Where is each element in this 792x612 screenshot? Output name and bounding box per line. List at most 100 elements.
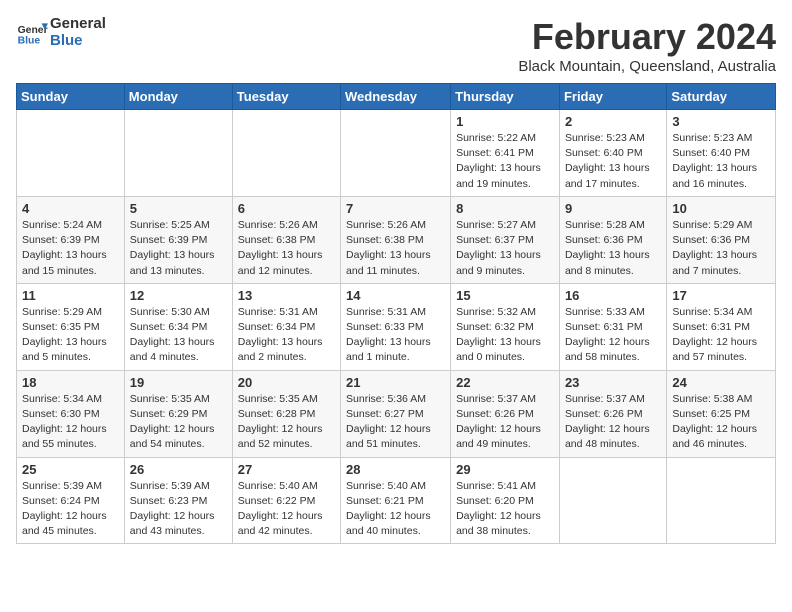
day-info: Sunrise: 5:41 AMSunset: 6:20 PMDaylight:… — [456, 479, 554, 540]
calendar-body: 1Sunrise: 5:22 AMSunset: 6:41 PMDaylight… — [17, 110, 776, 544]
day-number: 29 — [456, 462, 554, 477]
week-row-0: 1Sunrise: 5:22 AMSunset: 6:41 PMDaylight… — [17, 110, 776, 197]
calendar-cell: 12 Sunrise: 5:30 AMSunset: 6:34 PMDayligh… — [124, 283, 232, 370]
calendar-cell: 1Sunrise: 5:22 AMSunset: 6:41 PMDaylight… — [451, 110, 560, 197]
dow-header-monday: Monday — [124, 84, 232, 110]
day-number: 17 — [672, 288, 770, 303]
day-info: Sunrise: 5:25 AMSunset: 6:39 PMDaylight:… — [130, 218, 227, 279]
logo: General Blue General Blue — [16, 16, 106, 49]
day-info: Sunrise: 5:31 AMSunset: 6:34 PMDaylight:… — [238, 305, 335, 366]
location-title: Black Mountain, Queensland, Australia — [518, 58, 776, 75]
day-info: Sunrise: 5:39 AMSunset: 6:23 PMDaylight:… — [130, 479, 227, 540]
calendar-cell: 20Sunrise: 5:35 AMSunset: 6:28 PMDayligh… — [232, 370, 340, 457]
calendar-cell — [559, 457, 666, 544]
calendar-cell: 10 Sunrise: 5:29 AMSunset: 6:36 PMDayligh… — [667, 196, 776, 283]
dow-header-wednesday: Wednesday — [341, 84, 451, 110]
calendar-cell: 22Sunrise: 5:37 AMSunset: 6:26 PMDayligh… — [451, 370, 560, 457]
day-number: 25 — [22, 462, 119, 477]
calendar: SundayMondayTuesdayWednesdayThursdayFrid… — [16, 83, 776, 544]
title-block: February 2024 Black Mountain, Queensland… — [518, 16, 776, 75]
day-number: 28 — [346, 462, 445, 477]
calendar-cell: 15Sunrise: 5:32 AMSunset: 6:32 PMDayligh… — [451, 283, 560, 370]
calendar-cell: 17 Sunrise: 5:34 AMSunset: 6:31 PMDayligh… — [667, 283, 776, 370]
calendar-cell: 6 Sunrise: 5:26 AMSunset: 6:38 PMDaylight… — [232, 196, 340, 283]
day-number: 19 — [130, 375, 227, 390]
day-number: 27 — [238, 462, 335, 477]
calendar-cell: 28 Sunrise: 5:40 AMSunset: 6:21 PMDayligh… — [341, 457, 451, 544]
day-info: Sunrise: 5:37 AMSunset: 6:26 PMDaylight:… — [565, 392, 661, 453]
svg-text:Blue: Blue — [18, 35, 41, 46]
day-info: Sunrise: 5:35 AMSunset: 6:29 PMDaylight:… — [130, 392, 227, 453]
calendar-cell: 5 Sunrise: 5:25 AMSunset: 6:39 PMDaylight… — [124, 196, 232, 283]
calendar-cell: 21Sunrise: 5:36 AMSunset: 6:27 PMDayligh… — [341, 370, 451, 457]
day-info: Sunrise: 5:39 AMSunset: 6:24 PMDaylight:… — [22, 479, 119, 540]
day-of-week-row: SundayMondayTuesdayWednesdayThursdayFrid… — [17, 84, 776, 110]
calendar-cell: 19 Sunrise: 5:35 AMSunset: 6:29 PMDayligh… — [124, 370, 232, 457]
day-info: Sunrise: 5:29 AMSunset: 6:36 PMDaylight:… — [672, 218, 770, 279]
day-info: Sunrise: 5:35 AMSunset: 6:28 PMDaylight:… — [238, 392, 335, 453]
calendar-cell: 26 Sunrise: 5:39 AMSunset: 6:23 PMDayligh… — [124, 457, 232, 544]
dow-header-saturday: Saturday — [667, 84, 776, 110]
calendar-cell: 29 Sunrise: 5:41 AMSunset: 6:20 PMDayligh… — [451, 457, 560, 544]
calendar-cell — [232, 110, 340, 197]
day-number: 16 — [565, 288, 661, 303]
dow-header-tuesday: Tuesday — [232, 84, 340, 110]
calendar-cell: 11Sunrise: 5:29 AMSunset: 6:35 PMDayligh… — [17, 283, 125, 370]
calendar-cell — [124, 110, 232, 197]
day-number: 7 — [346, 201, 445, 216]
day-info: Sunrise: 5:26 AMSunset: 6:38 PMDaylight:… — [346, 218, 445, 279]
day-info: Sunrise: 5:28 AMSunset: 6:36 PMDaylight:… — [565, 218, 661, 279]
day-info: Sunrise: 5:24 AMSunset: 6:39 PMDaylight:… — [22, 218, 119, 279]
calendar-cell: 23 Sunrise: 5:37 AMSunset: 6:26 PMDayligh… — [559, 370, 666, 457]
day-info: Sunrise: 5:33 AMSunset: 6:31 PMDaylight:… — [565, 305, 661, 366]
day-info: Sunrise: 5:36 AMSunset: 6:27 PMDaylight:… — [346, 392, 445, 453]
day-info: Sunrise: 5:22 AMSunset: 6:41 PMDaylight:… — [456, 131, 554, 192]
day-info: Sunrise: 5:40 AMSunset: 6:21 PMDaylight:… — [346, 479, 445, 540]
day-number: 9 — [565, 201, 661, 216]
calendar-cell: 24 Sunrise: 5:38 AMSunset: 6:25 PMDayligh… — [667, 370, 776, 457]
day-info: Sunrise: 5:23 AMSunset: 6:40 PMDaylight:… — [672, 131, 770, 192]
week-row-4: 25 Sunrise: 5:39 AMSunset: 6:24 PMDayligh… — [17, 457, 776, 544]
day-info: Sunrise: 5:23 AMSunset: 6:40 PMDaylight:… — [565, 131, 661, 192]
week-row-2: 11Sunrise: 5:29 AMSunset: 6:35 PMDayligh… — [17, 283, 776, 370]
day-info: Sunrise: 5:29 AMSunset: 6:35 PMDaylight:… — [22, 305, 119, 366]
day-number: 18 — [22, 375, 119, 390]
calendar-cell: 8 Sunrise: 5:27 AMSunset: 6:37 PMDaylight… — [451, 196, 560, 283]
logo-blue-text: Blue — [50, 33, 106, 50]
day-number: 26 — [130, 462, 227, 477]
calendar-cell: 3 Sunrise: 5:23 AMSunset: 6:40 PMDaylight… — [667, 110, 776, 197]
calendar-cell — [17, 110, 125, 197]
day-number: 15 — [456, 288, 554, 303]
calendar-cell: 25 Sunrise: 5:39 AMSunset: 6:24 PMDayligh… — [17, 457, 125, 544]
day-info: Sunrise: 5:30 AMSunset: 6:34 PMDaylight:… — [130, 305, 227, 366]
day-info: Sunrise: 5:31 AMSunset: 6:33 PMDaylight:… — [346, 305, 445, 366]
day-number: 6 — [238, 201, 335, 216]
dow-header-thursday: Thursday — [451, 84, 560, 110]
calendar-cell: 4 Sunrise: 5:24 AMSunset: 6:39 PMDaylight… — [17, 196, 125, 283]
day-info: Sunrise: 5:38 AMSunset: 6:25 PMDaylight:… — [672, 392, 770, 453]
day-number: 4 — [22, 201, 119, 216]
calendar-cell: 9 Sunrise: 5:28 AMSunset: 6:36 PMDaylight… — [559, 196, 666, 283]
day-number: 23 — [565, 375, 661, 390]
day-number: 24 — [672, 375, 770, 390]
month-title: February 2024 — [518, 16, 776, 58]
calendar-cell: 27 Sunrise: 5:40 AMSunset: 6:22 PMDayligh… — [232, 457, 340, 544]
day-number: 10 — [672, 201, 770, 216]
day-info: Sunrise: 5:26 AMSunset: 6:38 PMDaylight:… — [238, 218, 335, 279]
day-number: 13 — [238, 288, 335, 303]
week-row-1: 4 Sunrise: 5:24 AMSunset: 6:39 PMDaylight… — [17, 196, 776, 283]
logo-icon: General Blue — [16, 17, 48, 49]
day-info: Sunrise: 5:34 AMSunset: 6:31 PMDaylight:… — [672, 305, 770, 366]
calendar-cell: 13 Sunrise: 5:31 AMSunset: 6:34 PMDayligh… — [232, 283, 340, 370]
day-number: 3 — [672, 114, 770, 129]
calendar-cell: 16 Sunrise: 5:33 AMSunset: 6:31 PMDayligh… — [559, 283, 666, 370]
day-info: Sunrise: 5:40 AMSunset: 6:22 PMDaylight:… — [238, 479, 335, 540]
day-number: 12 — [130, 288, 227, 303]
day-number: 5 — [130, 201, 227, 216]
dow-header-sunday: Sunday — [17, 84, 125, 110]
day-number: 8 — [456, 201, 554, 216]
day-info: Sunrise: 5:37 AMSunset: 6:26 PMDaylight:… — [456, 392, 554, 453]
day-info: Sunrise: 5:27 AMSunset: 6:37 PMDaylight:… — [456, 218, 554, 279]
calendar-cell: 18Sunrise: 5:34 AMSunset: 6:30 PMDayligh… — [17, 370, 125, 457]
calendar-cell — [341, 110, 451, 197]
